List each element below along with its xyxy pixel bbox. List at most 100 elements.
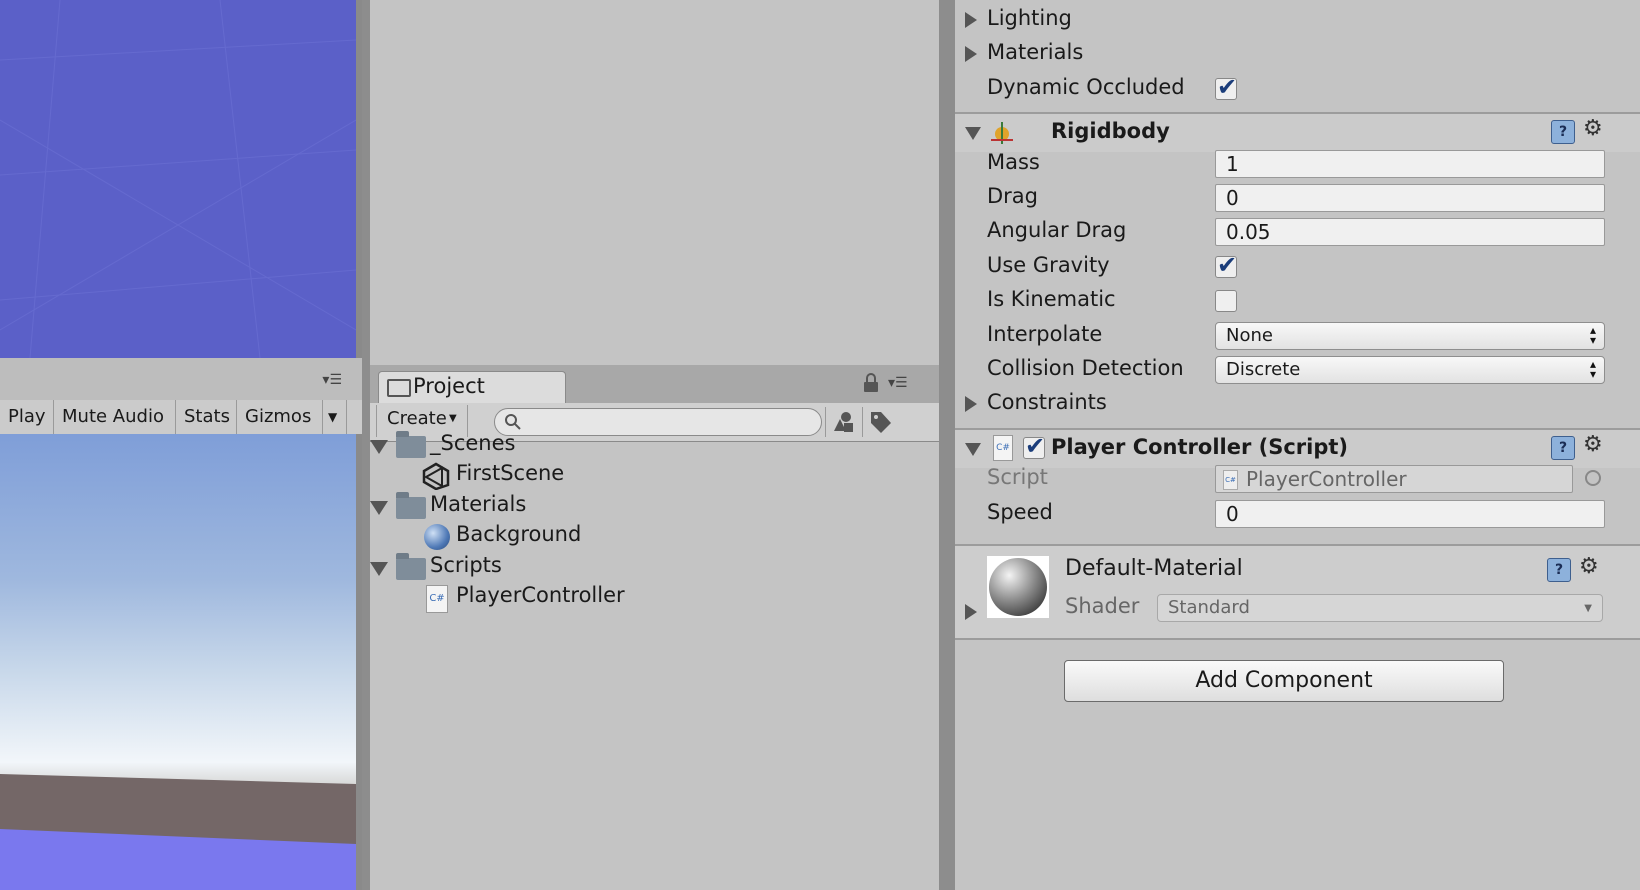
- project-panel: Project ▾☰ Create ▼ _Scenes FirstScene M…: [362, 365, 947, 890]
- panel-menu-icon[interactable]: ▾☰: [322, 372, 342, 388]
- gizmos-button[interactable]: Gizmos: [237, 400, 323, 434]
- panel-menu-icon[interactable]: ▾☰: [888, 375, 908, 391]
- dynamic-occluded-checkbox[interactable]: [1215, 73, 1237, 101]
- tree-folder-materials[interactable]: Materials: [370, 492, 930, 522]
- gear-icon[interactable]: ⚙: [1583, 432, 1603, 457]
- collapse-caret-icon[interactable]: [965, 127, 981, 140]
- csharp-script-icon: C#: [1223, 470, 1238, 490]
- updown-arrows-icon: ▴ ▾: [1589, 357, 1596, 381]
- mass-label: Mass: [987, 150, 1040, 174]
- constraints-foldout[interactable]: Constraints: [987, 390, 1107, 414]
- lighting-foldout[interactable]: Lighting: [987, 6, 1072, 30]
- dropdown-arrow-icon: ▼: [449, 413, 457, 424]
- expand-caret-icon[interactable]: [965, 604, 977, 620]
- player-controller-header[interactable]: C# Player Controller (Script) ? ⚙: [955, 430, 1640, 468]
- stats-button[interactable]: Stats: [176, 400, 237, 434]
- ground-plane: [0, 774, 356, 890]
- project-tab-bar: Project ▾☰: [370, 365, 939, 404]
- tree-item-label: Background: [456, 522, 582, 546]
- speed-field[interactable]: 0: [1215, 500, 1605, 528]
- drag-field[interactable]: 0: [1215, 184, 1605, 212]
- csharp-script-icon: C#: [426, 585, 448, 613]
- dropdown-arrow-icon: ▼: [1584, 603, 1592, 614]
- rigidbody-header[interactable]: Rigidbody ? ⚙: [955, 114, 1640, 152]
- scene-view[interactable]: [0, 0, 362, 358]
- game-view[interactable]: [0, 434, 362, 890]
- shader-label: Shader: [1065, 594, 1140, 618]
- lock-icon[interactable]: [863, 373, 879, 397]
- interpolate-label: Interpolate: [987, 322, 1103, 346]
- tree-item-label: PlayerController: [456, 583, 625, 607]
- drag-label: Drag: [987, 184, 1039, 208]
- script-value: PlayerController: [1246, 467, 1407, 491]
- tree-item-background[interactable]: Background: [370, 522, 930, 552]
- tab-label: Project: [413, 374, 485, 398]
- help-book-icon[interactable]: ?: [1551, 436, 1575, 460]
- is-kinematic-checkbox[interactable]: [1215, 290, 1237, 312]
- expand-caret-icon[interactable]: [965, 46, 977, 62]
- tree-folder-scenes[interactable]: _Scenes: [370, 431, 930, 461]
- tree-item-playercontroller[interactable]: C# PlayerController: [370, 583, 930, 613]
- rigidbody-title: Rigidbody: [1051, 119, 1170, 143]
- materials-foldout[interactable]: Materials: [987, 40, 1083, 64]
- mute-audio-button[interactable]: Mute Audio: [54, 400, 176, 434]
- expand-caret-icon[interactable]: [965, 396, 977, 412]
- material-preview: [987, 556, 1049, 618]
- csharp-script-icon: C#: [993, 435, 1013, 461]
- tree-item-firstscene[interactable]: FirstScene: [370, 461, 930, 491]
- dynamic-occluded-label: Dynamic Occluded: [987, 75, 1185, 99]
- search-icon: [505, 414, 521, 430]
- collision-detection-label: Collision Detection: [987, 356, 1184, 380]
- interpolate-value: None: [1226, 325, 1273, 346]
- sphere-material-icon: [424, 524, 450, 550]
- player-controller-title: Player Controller (Script): [1051, 435, 1349, 459]
- speed-label: Speed: [987, 500, 1053, 524]
- rigidbody-icon: [991, 122, 1013, 144]
- folder-icon: [396, 492, 426, 519]
- tab-project[interactable]: Project: [378, 371, 566, 404]
- use-gravity-label: Use Gravity: [987, 253, 1110, 277]
- material-section: [955, 546, 1640, 638]
- is-kinematic-label: Is Kinematic: [987, 287, 1116, 311]
- game-toolbar: Play Mute Audio Stats Gizmos ▼: [0, 400, 362, 435]
- script-enabled-checkbox[interactable]: [1023, 432, 1045, 460]
- gizmos-dropdown-arrow-icon[interactable]: ▼: [323, 400, 347, 434]
- folder-tab-icon: [387, 379, 411, 397]
- expand-caret-icon[interactable]: [370, 501, 388, 515]
- help-book-icon[interactable]: ?: [1551, 120, 1575, 144]
- gear-icon[interactable]: ⚙: [1583, 116, 1603, 141]
- tree-item-label: Materials: [430, 492, 527, 516]
- expand-caret-icon[interactable]: [965, 12, 977, 28]
- interpolate-dropdown[interactable]: None ▴ ▾: [1215, 322, 1605, 350]
- expand-caret-icon[interactable]: [370, 440, 388, 454]
- material-sphere-icon: [989, 558, 1047, 616]
- collision-detection-dropdown[interactable]: Discrete ▴ ▾: [1215, 356, 1605, 384]
- folder-icon: [396, 553, 426, 580]
- folder-icon: [396, 431, 426, 458]
- empty-panel: [362, 0, 947, 365]
- inspector-panel: Lighting Materials Dynamic Occluded Rigi…: [947, 0, 1640, 890]
- tree-folder-scripts[interactable]: Scripts: [370, 553, 930, 583]
- script-label: Script: [987, 465, 1048, 489]
- object-picker-icon[interactable]: [1585, 470, 1601, 486]
- help-book-icon[interactable]: ?: [1547, 558, 1571, 582]
- gear-icon[interactable]: ⚙: [1579, 554, 1599, 579]
- shader-value: Standard: [1168, 597, 1250, 618]
- shader-dropdown[interactable]: Standard ▼: [1157, 594, 1603, 622]
- collision-detection-value: Discrete: [1226, 359, 1301, 380]
- angular-drag-label: Angular Drag: [987, 218, 1127, 242]
- create-label: Create: [387, 408, 447, 429]
- script-object-field[interactable]: C# PlayerController: [1215, 465, 1573, 493]
- play-button[interactable]: Play: [0, 400, 54, 434]
- add-component-button[interactable]: Add Component: [1064, 660, 1504, 702]
- game-tab-bar: ▾☰: [0, 358, 362, 401]
- tree-item-label: _Scenes: [430, 431, 516, 455]
- updown-arrows-icon: ▴ ▾: [1589, 323, 1596, 347]
- angular-drag-field[interactable]: 0.05: [1215, 218, 1605, 246]
- tree-item-label: FirstScene: [456, 461, 565, 485]
- mass-field[interactable]: 1: [1215, 150, 1605, 178]
- collapse-caret-icon[interactable]: [965, 443, 981, 456]
- expand-caret-icon[interactable]: [370, 562, 388, 576]
- tree-item-label: Scripts: [430, 553, 502, 577]
- use-gravity-checkbox[interactable]: [1215, 251, 1237, 279]
